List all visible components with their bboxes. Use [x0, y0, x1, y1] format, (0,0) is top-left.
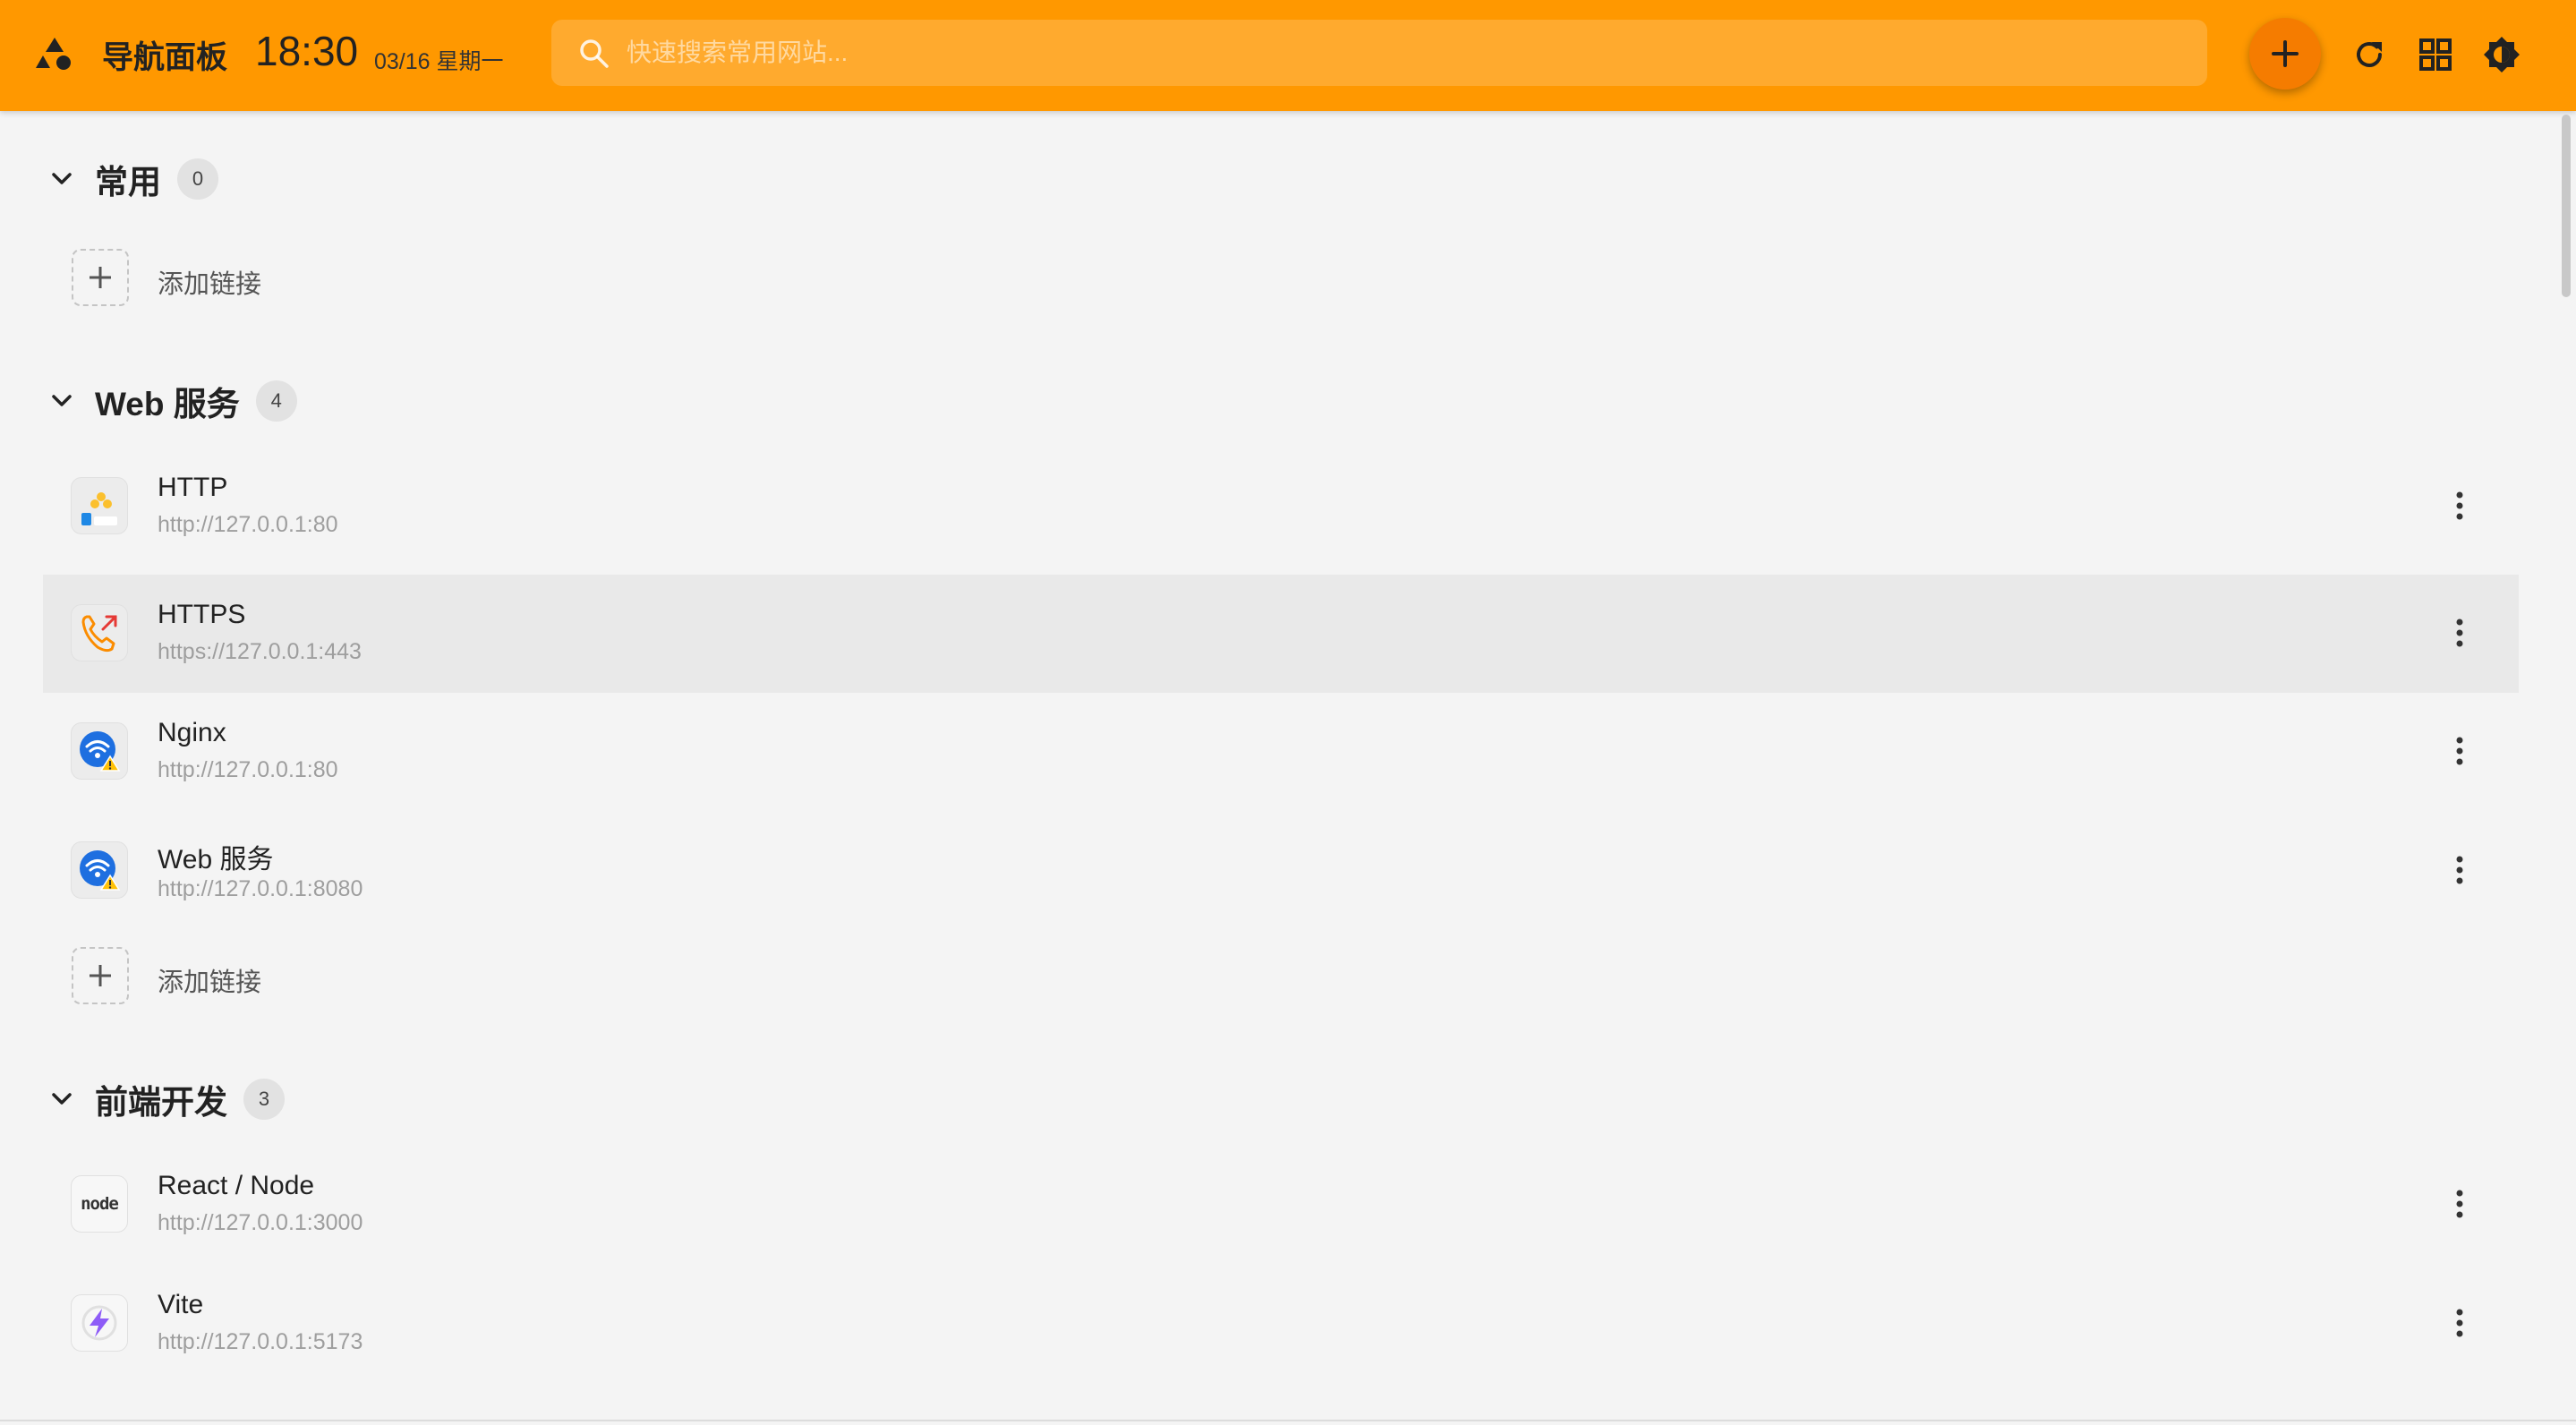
logo-icon: [36, 38, 71, 70]
plus-icon: [90, 965, 111, 986]
theme-toggle-icon[interactable]: [2483, 36, 2521, 73]
refresh-icon[interactable]: [2350, 36, 2388, 73]
dots-app-icon: [71, 477, 128, 534]
add-button[interactable]: [2249, 18, 2321, 90]
more-menu-button[interactable]: [2442, 1305, 2478, 1341]
link-url: https://127.0.0.1:443: [158, 639, 362, 664]
group-title: 前端开发: [95, 1084, 227, 1121]
wifi-warning-icon: [71, 841, 128, 899]
scrollbar-thumb[interactable]: [2562, 115, 2571, 297]
grid-view-icon[interactable]: [2417, 36, 2454, 73]
more-vertical-icon: [2456, 856, 2463, 884]
link-item[interactable]: Web 服务 http://127.0.0.1:8080: [43, 812, 2519, 928]
node-icon: node: [71, 1175, 128, 1233]
vertical-scrollbar[interactable]: [2562, 115, 2571, 1412]
more-vertical-icon: [2456, 619, 2463, 647]
top-bar: 导航面板 18:30 03/16 星期一: [0, 0, 2576, 111]
group-header-common[interactable]: 常用 0: [48, 152, 218, 206]
clock-date: 03/16 星期一: [374, 49, 504, 74]
group-count-badge: 3: [243, 1079, 285, 1120]
clock-time: 18:30: [255, 28, 359, 74]
add-box: [72, 947, 129, 1004]
chevron-down-icon: [52, 395, 72, 406]
phone-outgoing-icon: [71, 604, 128, 661]
more-menu-button[interactable]: [2442, 615, 2478, 651]
app-title: 导航面板: [102, 40, 228, 75]
group-header-web[interactable]: Web 服务 4: [48, 374, 297, 428]
link-url: http://127.0.0.1:80: [158, 757, 338, 782]
group-count-badge: 0: [177, 158, 218, 200]
link-item[interactable]: node React / Node http://127.0.0.1:3000: [43, 1146, 2519, 1262]
more-vertical-icon: [2456, 1309, 2463, 1337]
group-title: 常用: [95, 164, 161, 201]
more-vertical-icon: [2456, 491, 2463, 520]
chevron-down-icon: [52, 1093, 72, 1105]
link-name: Nginx: [158, 718, 226, 747]
plus-icon: [90, 267, 111, 288]
group-count-badge: 4: [255, 380, 297, 422]
more-vertical-icon: [2456, 737, 2463, 765]
vite-icon: [71, 1294, 128, 1352]
node-icon-text: node: [81, 1194, 119, 1214]
main-content: 常用 0 添加链接 Web 服务 4 HTTP http://127.0.0.1…: [0, 111, 2560, 1420]
link-item[interactable]: HTTPS https://127.0.0.1:443: [43, 575, 2519, 693]
link-name: Web 服务: [158, 845, 274, 875]
link-item[interactable]: Vite http://127.0.0.1:5173: [43, 1265, 2519, 1381]
more-vertical-icon: [2456, 1190, 2463, 1218]
search-input[interactable]: [627, 29, 2148, 77]
link-url: http://127.0.0.1:8080: [158, 876, 363, 901]
more-menu-button[interactable]: [2442, 852, 2478, 888]
link-name: HTTPS: [158, 600, 246, 629]
group-title: Web 服务: [95, 386, 240, 422]
link-name: HTTP: [158, 473, 228, 502]
more-menu-button[interactable]: [2442, 488, 2478, 524]
link-url: http://127.0.0.1:80: [158, 512, 338, 537]
link-url: http://127.0.0.1:5173: [158, 1329, 363, 1354]
chevron-down-icon: [52, 173, 72, 184]
link-url: http://127.0.0.1:3000: [158, 1210, 363, 1235]
link-item[interactable]: HTTP http://127.0.0.1:80: [43, 448, 2519, 564]
add-icon: [2272, 40, 2299, 67]
more-menu-button[interactable]: [2442, 1186, 2478, 1222]
wifi-warning-icon: [71, 722, 128, 780]
search-icon: [580, 39, 609, 68]
add-box: [72, 249, 129, 306]
more-menu-button[interactable]: [2442, 733, 2478, 769]
link-name: React / Node: [158, 1171, 315, 1200]
link-name: Vite: [158, 1290, 204, 1319]
group-header-frontend[interactable]: 前端开发 3: [48, 1072, 285, 1126]
link-item[interactable]: Nginx http://127.0.0.1:80: [43, 693, 2519, 809]
add-link-label: 添加链接: [158, 968, 262, 997]
add-link-label: 添加链接: [158, 270, 262, 299]
divider: [0, 1420, 2576, 1421]
search-bar[interactable]: [551, 20, 2207, 86]
